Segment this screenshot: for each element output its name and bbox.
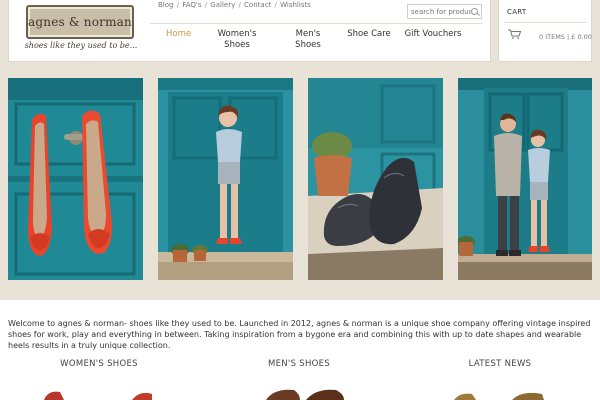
toplink-wishlists[interactable]: Wishlists	[280, 1, 311, 9]
logo-text: agnes & norman	[28, 15, 132, 29]
top-links: Blog / FAQ's / Gallery / Contact / Wishl…	[158, 1, 311, 9]
toplink-separator: /	[204, 1, 208, 9]
nav-item-gift-vouchers[interactable]: Gift Vouchers	[403, 29, 463, 40]
latest-news-thumbnail[interactable]	[452, 390, 552, 400]
toplink-faqs[interactable]: FAQ's	[182, 1, 201, 9]
nav-divider	[150, 23, 483, 24]
nav-item-mens-shoes[interactable]: Men's Shoes	[283, 29, 333, 51]
toplink-contact[interactable]: Contact	[244, 1, 271, 9]
site-logo[interactable]: agnes & norman shoes like they used to b…	[22, 4, 140, 56]
photo-woman-in-doorway[interactable]	[158, 78, 293, 280]
main-content: Welcome to agnes & norman- shoes like th…	[0, 300, 600, 400]
cart-icon	[508, 29, 521, 39]
section-title-latest-news[interactable]: LATEST NEWS	[457, 359, 543, 369]
logo-tagline: shoes like they used to be...	[24, 41, 138, 50]
photo-couple-in-doorway[interactable]	[458, 78, 592, 280]
site-header: agnes & norman shoes like they used to b…	[8, 0, 491, 62]
toplink-separator: /	[176, 1, 180, 9]
toplink-separator: /	[274, 1, 277, 9]
intro-text: Welcome to agnes & norman- shoes like th…	[8, 319, 591, 350]
cart-summary: 0 ITEMS | £ 0.00	[539, 33, 592, 41]
mens-shoes-thumbnail[interactable]	[264, 386, 348, 400]
section-title-womens-shoes[interactable]: WOMEN'S SHOES	[52, 359, 146, 369]
nav-item-shoe-care[interactable]: Shoe Care	[345, 29, 393, 40]
cart-divider	[505, 22, 587, 23]
search-box	[407, 4, 482, 19]
toplink-gallery[interactable]: Gallery	[210, 1, 235, 9]
toplink-blog[interactable]: Blog	[158, 1, 173, 9]
main-nav: Home Women's Shoes Men's Shoes Shoe Care…	[150, 29, 483, 55]
search-icon[interactable]	[471, 8, 478, 15]
cart-widget[interactable]: CART 0 ITEMS | £ 0.00	[498, 0, 592, 62]
search-input[interactable]	[411, 6, 471, 18]
toplink-separator: /	[238, 1, 241, 9]
photo-brogues-on-step[interactable]	[308, 78, 443, 280]
photo-red-heels-on-door[interactable]	[8, 78, 143, 280]
logo-plate: agnes & norman	[26, 5, 134, 39]
nav-item-home[interactable]: Home	[166, 29, 191, 40]
section-title-mens-shoes[interactable]: MEN'S SHOES	[254, 359, 344, 369]
womens-shoes-thumbnail[interactable]	[42, 388, 154, 400]
cart-label: CART	[507, 8, 527, 16]
nav-item-womens-shoes[interactable]: Women's Shoes	[212, 29, 262, 51]
